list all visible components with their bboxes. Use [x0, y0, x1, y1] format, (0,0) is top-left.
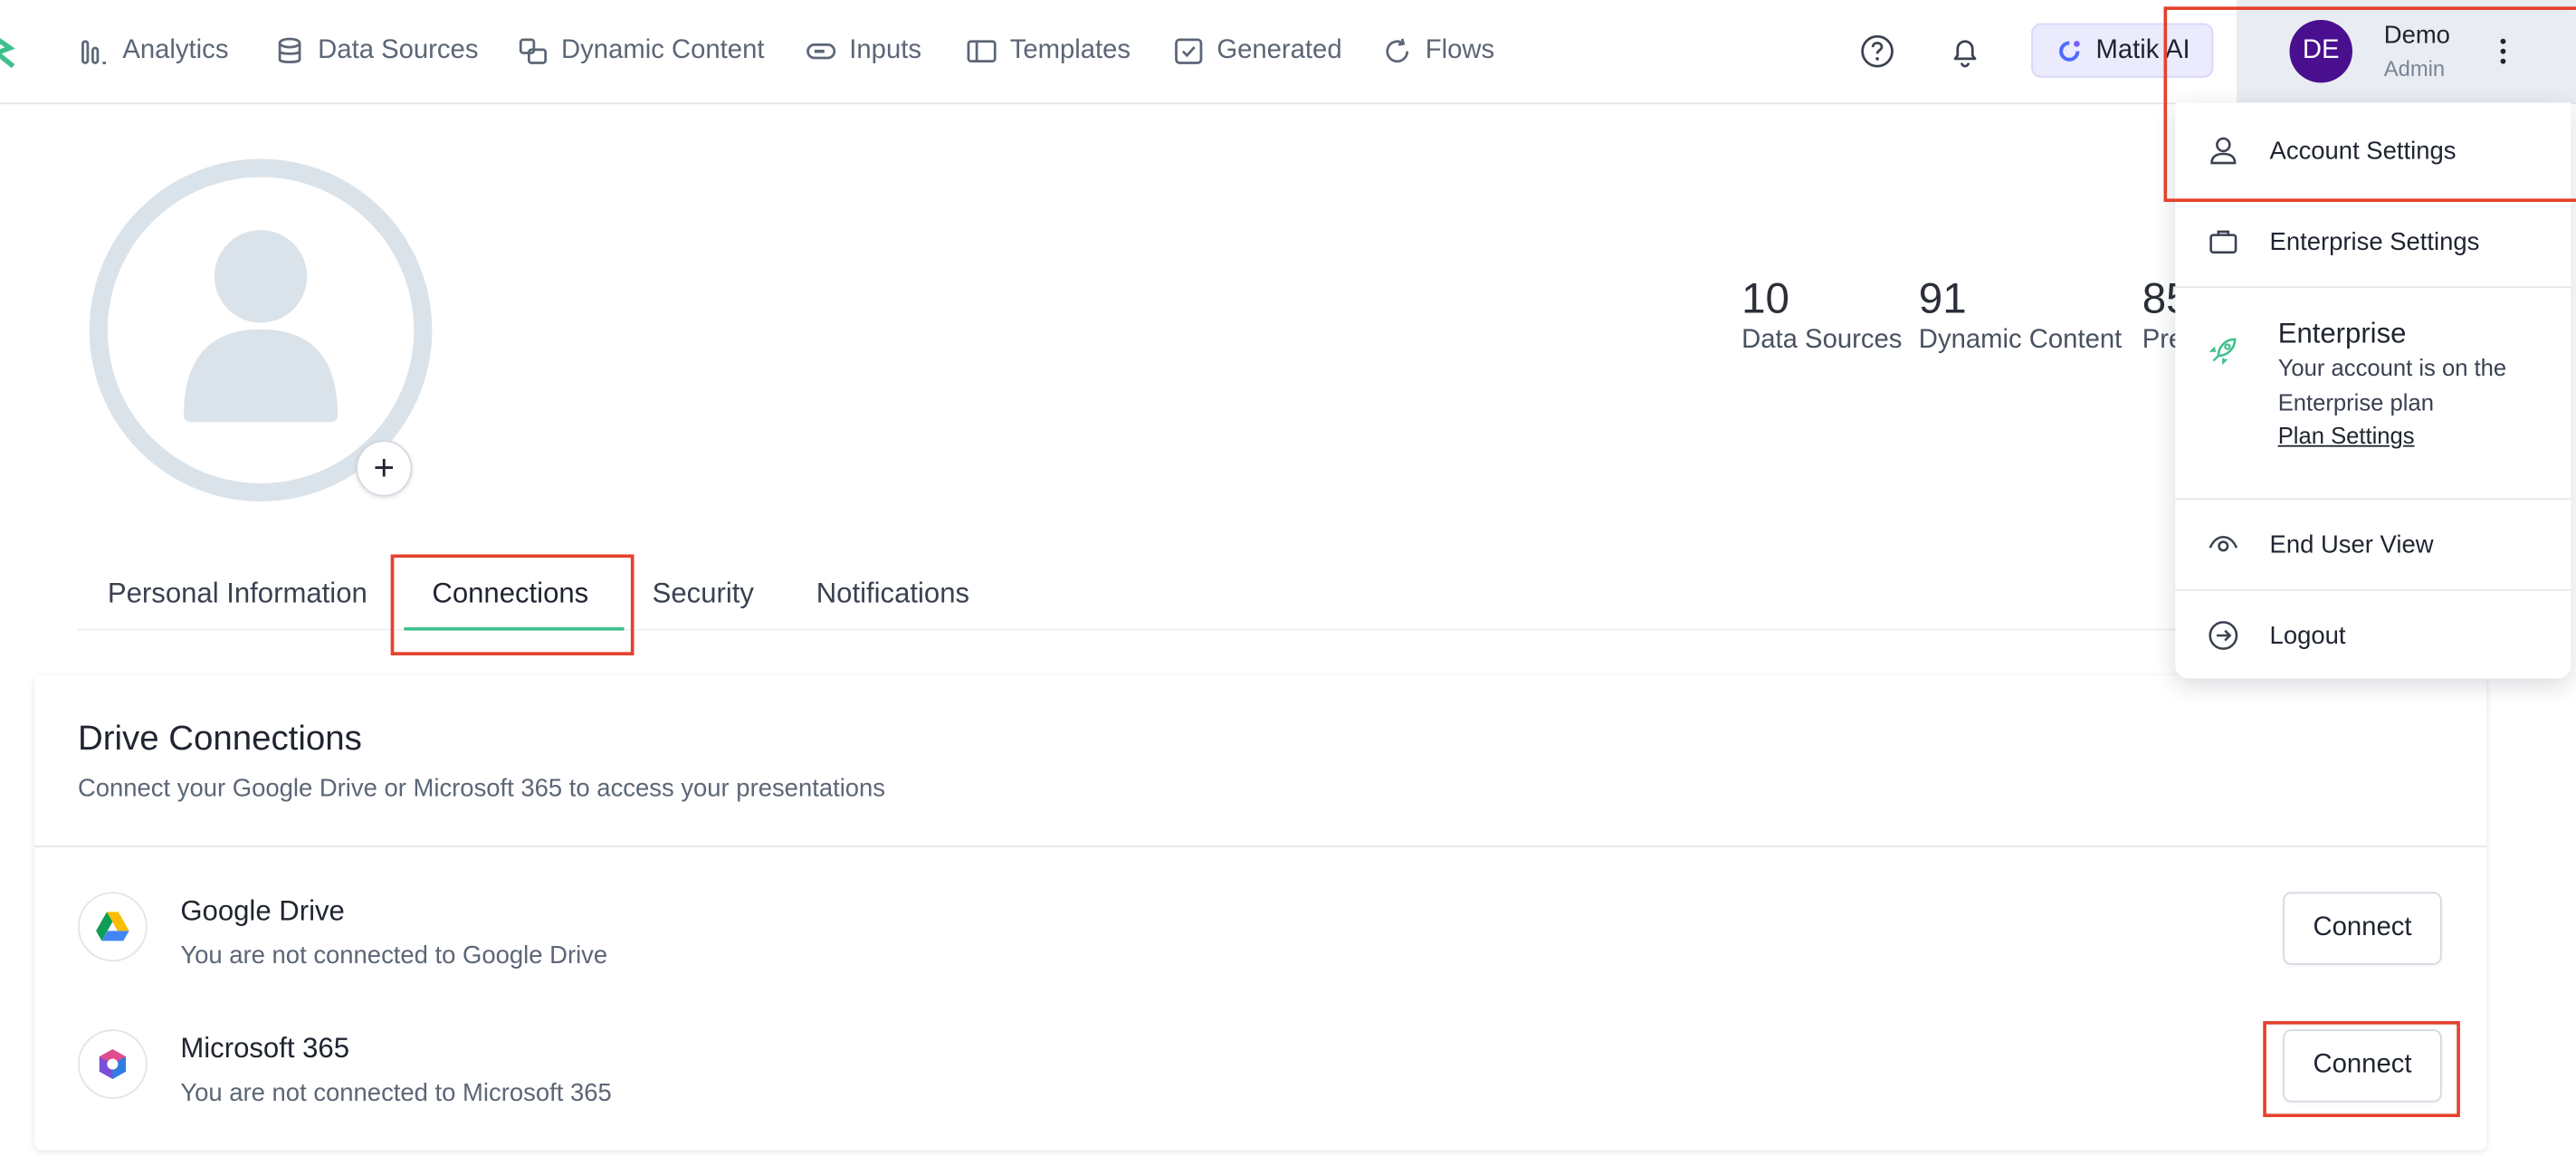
page: Analytics Data Sources Dynamic Content I… [0, 0, 2576, 1175]
stat-dynamic-content: 91 Dynamic Content [1919, 272, 2122, 358]
menu-logout-label: Logout [2269, 621, 2346, 650]
menu-enterprise-settings-label: Enterprise Settings [2269, 227, 2480, 256]
google-drive-status: You are not connected to Google Drive [180, 941, 608, 970]
template-icon [967, 40, 997, 63]
logout-icon [2209, 621, 2238, 650]
plus-icon: + [373, 446, 396, 489]
nav-templates-label: Templates [1009, 36, 1131, 65]
kebab-menu-icon[interactable] [2495, 33, 2511, 70]
nav-flows[interactable]: Flows [1382, 0, 1494, 102]
nav-dynamic-content-label: Dynamic Content [561, 36, 765, 65]
plan-title: Enterprise [2277, 318, 2407, 349]
connect-microsoft-365-button[interactable]: Connect [2283, 1029, 2442, 1103]
google-drive-name: Google Drive [180, 895, 345, 927]
user-role: Admin [2383, 56, 2446, 81]
stat-data-sources: 10 Data Sources [1741, 272, 1902, 358]
tab-notifications[interactable]: Notifications [816, 578, 969, 640]
menu-end-user-view[interactable]: End User View [2175, 500, 2571, 589]
nav-flows-label: Flows [1425, 36, 1495, 65]
plan-settings-link[interactable]: Plan Settings [2278, 422, 2415, 448]
menu-enterprise-settings[interactable]: Enterprise Settings [2175, 197, 2571, 287]
add-photo-button[interactable]: + [356, 440, 413, 497]
check-square-icon [1175, 38, 1203, 64]
stat-value: 10 [1741, 272, 1790, 323]
nav-inputs-label: Inputs [849, 36, 922, 65]
bar-chart-icon [81, 40, 107, 64]
ai-sparkle-icon [2059, 40, 2080, 61]
matik-logo[interactable] [0, 33, 16, 70]
drive-connections-card: Drive Connections Connect your Google Dr… [34, 674, 2487, 1151]
user-icon [2210, 137, 2237, 165]
user-dropdown-menu: Account Settings Enterprise Settings Ent… [2175, 102, 2571, 681]
nav-analytics-label: Analytics [122, 36, 229, 65]
bell-icon[interactable] [1947, 33, 1983, 70]
stat-label: Dynamic Content [1918, 326, 2123, 355]
menu-end-user-view-label: End User View [2269, 530, 2434, 559]
stat-value: 91 [1918, 272, 1967, 323]
plan-description: Your account is on the Enterprise plan [2277, 354, 2507, 416]
avatar: DE [2289, 19, 2353, 83]
menu-divider [2175, 286, 2571, 289]
microsoft-365-status: You are not connected to Microsoft 365 [180, 1078, 612, 1108]
nav-dynamic-content[interactable]: Dynamic Content [518, 0, 764, 102]
microsoft-365-icon [77, 1029, 148, 1099]
tab-security[interactable]: Security [653, 578, 754, 640]
user-menu-trigger[interactable]: DE Demo Admin [2236, 0, 2576, 103]
connect-google-drive-button[interactable]: Connect [2283, 892, 2442, 965]
card-divider [34, 845, 2487, 848]
active-tab-indicator [404, 626, 625, 631]
top-nav: Analytics Data Sources Dynamic Content I… [0, 0, 2576, 105]
menu-account-settings-label: Account Settings [2269, 136, 2457, 165]
dynamic-content-icon [519, 38, 548, 64]
google-drive-icon [77, 892, 148, 962]
refresh-icon [1386, 38, 1409, 63]
microsoft-365-name: Microsoft 365 [180, 1032, 350, 1065]
help-icon[interactable] [1859, 33, 1895, 70]
nav-inputs[interactable]: Inputs [806, 0, 921, 102]
card-subtitle: Connect your Google Drive or Microsoft 3… [77, 774, 886, 803]
nav-templates[interactable]: Templates [967, 0, 1131, 102]
menu-logout[interactable]: Logout [2175, 591, 2571, 681]
rocket-icon [2209, 338, 2237, 366]
database-icon [278, 37, 301, 63]
user-name: Demo [2383, 21, 2450, 50]
tab-personal-information[interactable]: Personal Information [108, 578, 367, 640]
tab-connections[interactable]: Connections [432, 578, 588, 640]
nav-analytics[interactable]: Analytics [80, 0, 229, 102]
matik-ai-label: Matik AI [2095, 35, 2190, 64]
menu-account-settings[interactable]: Account Settings [2175, 106, 2571, 196]
stat-label: Data Sources [1741, 326, 1903, 355]
eye-icon [2209, 535, 2238, 552]
nav-data-sources-label: Data Sources [318, 36, 479, 65]
matik-ai-button[interactable]: Matik AI [2031, 23, 2214, 78]
nav-generated-label: Generated [1216, 36, 1342, 65]
nav-data-sources[interactable]: Data Sources [275, 0, 479, 102]
nav-generated[interactable]: Generated [1174, 0, 1342, 102]
card-title: Drive Connections [77, 720, 362, 759]
input-icon [806, 43, 836, 60]
briefcase-icon [2209, 230, 2237, 254]
